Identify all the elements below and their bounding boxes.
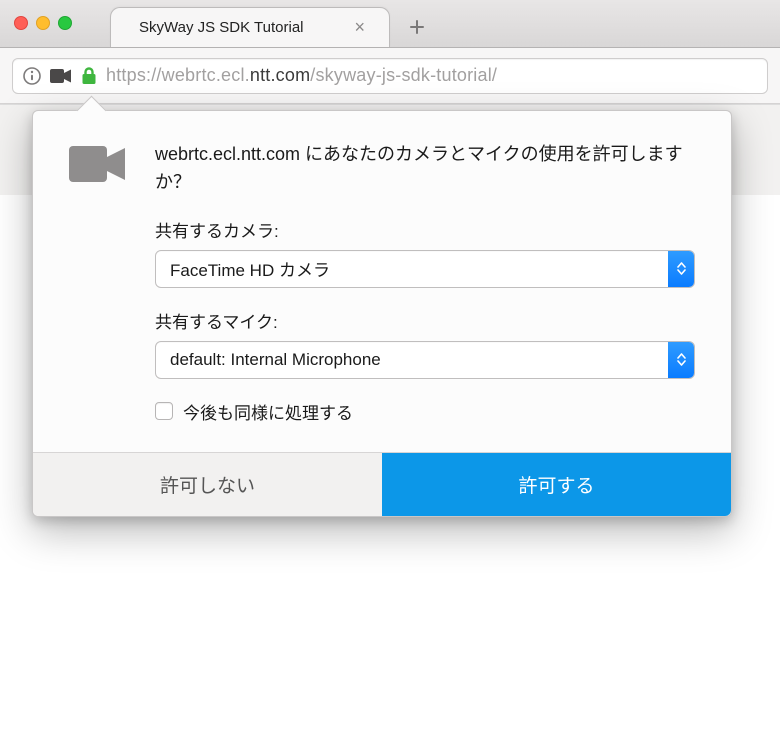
mic-select-label: 共有するマイク: bbox=[155, 308, 695, 333]
tab-title: SkyWay JS SDK Tutorial bbox=[139, 19, 350, 36]
deny-button[interactable]: 許可しない bbox=[33, 453, 382, 516]
window-titlebar: SkyWay JS SDK Tutorial × bbox=[0, 0, 780, 48]
camera-select-label: 共有するカメラ: bbox=[155, 217, 695, 242]
close-tab-button[interactable]: × bbox=[350, 17, 369, 38]
window-controls bbox=[0, 16, 72, 30]
close-window-button[interactable] bbox=[14, 16, 28, 30]
info-icon[interactable] bbox=[23, 67, 41, 85]
camera-select[interactable]: FaceTime HD カメラ bbox=[155, 250, 695, 288]
chevron-updown-icon bbox=[668, 251, 694, 287]
new-tab-button[interactable] bbox=[402, 7, 432, 47]
toolbar: https://webrtc.ecl.ntt.com/skyway-js-sdk… bbox=[0, 48, 780, 104]
lock-icon[interactable] bbox=[81, 67, 97, 85]
address-bar[interactable]: https://webrtc.ecl.ntt.com/skyway-js-sdk… bbox=[12, 58, 768, 94]
permission-question: webrtc.ecl.ntt.com にあなたのカメラとマイクの使用を許可します… bbox=[155, 141, 695, 197]
mic-select-value: default: Internal Microphone bbox=[170, 350, 381, 370]
browser-tab-active[interactable]: SkyWay JS SDK Tutorial × bbox=[110, 7, 390, 47]
url-text: https://webrtc.ecl.ntt.com/skyway-js-sdk… bbox=[106, 65, 497, 86]
remember-checkbox[interactable] bbox=[155, 402, 173, 420]
zoom-window-button[interactable] bbox=[58, 16, 72, 30]
allow-button[interactable]: 許可する bbox=[382, 453, 731, 516]
url-prefix: https://webrtc.ecl. bbox=[106, 65, 250, 85]
url-host: ntt.com bbox=[250, 65, 310, 85]
chevron-updown-icon bbox=[668, 342, 694, 378]
remember-label: 今後も同様に処理する bbox=[183, 399, 353, 424]
camera-select-value: FaceTime HD カメラ bbox=[170, 256, 330, 281]
minimize-window-button[interactable] bbox=[36, 16, 50, 30]
camera-icon bbox=[69, 141, 127, 424]
mic-select[interactable]: default: Internal Microphone bbox=[155, 341, 695, 379]
dialog-actions: 許可しない 許可する bbox=[33, 452, 731, 516]
permission-dialog: webrtc.ecl.ntt.com にあなたのカメラとマイクの使用を許可します… bbox=[32, 110, 732, 517]
url-suffix: /skyway-js-sdk-tutorial/ bbox=[310, 65, 497, 85]
tab-strip: SkyWay JS SDK Tutorial × bbox=[110, 5, 432, 47]
camera-indicator-icon[interactable] bbox=[50, 68, 72, 84]
